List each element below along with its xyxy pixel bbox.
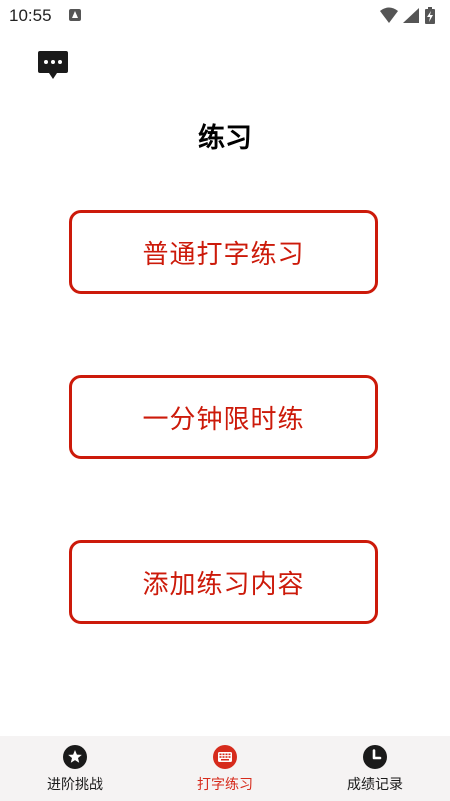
wifi-icon: [380, 7, 398, 23]
nav-label: 成绩记录: [347, 777, 403, 793]
status-icons: [380, 7, 435, 24]
status-bar: 10:55: [0, 0, 450, 32]
button-label: 普通打字练习: [142, 239, 305, 270]
battery-icon: [425, 7, 435, 24]
clock-icon: [363, 745, 387, 769]
button-label: 添加练习内容: [142, 569, 305, 600]
add-practice-content-button[interactable]: 添加练习内容: [69, 540, 378, 624]
button-label: 一分钟限时练: [142, 404, 305, 435]
one-minute-timed-practice-button[interactable]: 一分钟限时练: [69, 375, 378, 459]
normal-typing-practice-button[interactable]: 普通打字练习: [69, 210, 378, 294]
nav-label: 打字练习: [197, 777, 253, 793]
chat-button[interactable]: [37, 49, 69, 81]
status-time: 10:55: [9, 6, 52, 25]
chat-bubble-icon: [38, 51, 68, 79]
notification-icon: [69, 9, 81, 21]
nav-tab-typing-practice[interactable]: 打字练习: [150, 736, 300, 801]
star-icon: [63, 745, 87, 769]
keyboard-icon: [213, 745, 237, 769]
signal-icon: [403, 8, 419, 23]
nav-tab-score-records[interactable]: 成绩记录: [300, 736, 450, 801]
nav-label: 进阶挑战: [47, 777, 103, 793]
page-title: 练习: [198, 123, 252, 154]
bottom-nav: 进阶挑战 打字练习 成绩记录: [0, 736, 450, 801]
nav-tab-advanced-challenge[interactable]: 进阶挑战: [0, 736, 150, 801]
